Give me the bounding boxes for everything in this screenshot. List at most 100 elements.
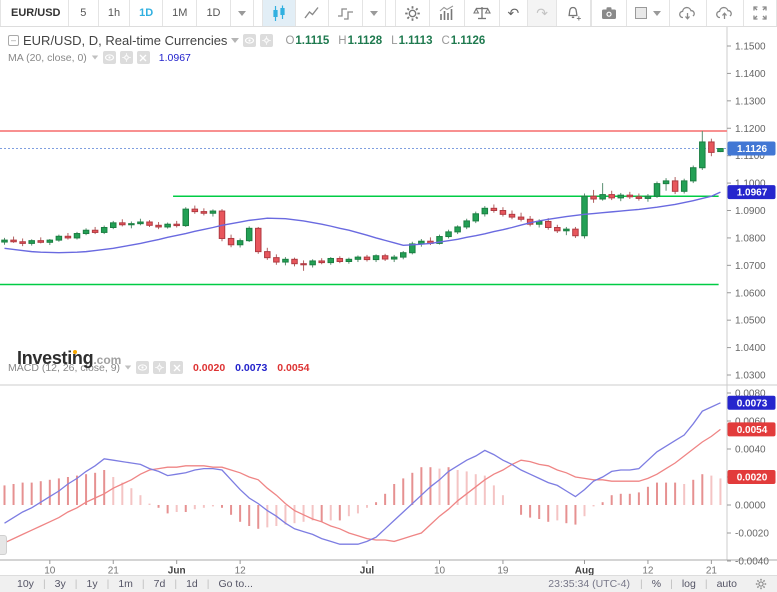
range-button-1m[interactable]: 1m <box>109 578 142 590</box>
timeframe-button-1d-2[interactable]: 1D <box>130 0 163 26</box>
svg-text:1.0967: 1.0967 <box>737 188 768 199</box>
investing-watermark: Investing.com <box>17 348 121 369</box>
ohlc-values: O1.1115 H1.1128 L1.1113 C1.1126 <box>285 35 485 47</box>
macd-visibility-button[interactable] <box>136 361 149 374</box>
time-axis-label: 10 <box>44 566 56 576</box>
settings-gear-icon <box>404 5 421 22</box>
log-scale-button[interactable]: log <box>673 578 705 590</box>
macd-settings-button[interactable] <box>153 361 166 374</box>
series-settings-button[interactable] <box>260 34 273 47</box>
range-button-1d[interactable]: 1d <box>177 578 207 590</box>
range-button-1y[interactable]: 1y <box>78 578 107 590</box>
price-axis-label: 1.0400 <box>735 343 766 354</box>
time-axis-label: 12 <box>235 566 247 576</box>
timeframe-button-5-0[interactable]: 5 <box>69 0 99 26</box>
hist-value-badge: 0.0020 <box>728 470 776 484</box>
svg-text:0.0020: 0.0020 <box>737 473 768 484</box>
gear-icon <box>155 363 164 372</box>
bottom-right-group: 23:35:34 (UTC-4) | % | log | auto <box>538 578 769 590</box>
range-button-3y[interactable]: 3y <box>46 578 75 590</box>
ma-visibility-button[interactable] <box>103 51 116 64</box>
range-button-10y[interactable]: 10y <box>8 578 43 590</box>
timeframe-group: 51h1D1M1D <box>69 0 231 26</box>
time-axis-label: Jun <box>168 566 186 576</box>
chevron-down-icon[interactable] <box>92 56 98 60</box>
step-chart-button[interactable] <box>329 0 363 26</box>
price-axis-label: 1.1500 <box>735 42 766 53</box>
compare-button[interactable] <box>465 0 500 26</box>
load-chart-button[interactable] <box>670 0 707 26</box>
settings-button[interactable] <box>395 0 430 26</box>
candlestick-chart-icon <box>271 5 287 22</box>
macd-value-badge: 0.0073 <box>728 396 776 410</box>
price-axis-label: 1.0500 <box>735 316 766 327</box>
macd-axis-label: -0.0040 <box>735 557 769 568</box>
svg-text:0.0054: 0.0054 <box>737 425 768 436</box>
svg-text:+: + <box>577 14 582 22</box>
macd-axis-label: 0.0040 <box>735 445 766 456</box>
macd-remove-button[interactable] <box>170 361 183 374</box>
auto-scale-button[interactable]: auto <box>708 578 746 590</box>
watermark-text: Investing <box>17 348 93 368</box>
chevron-down-icon[interactable] <box>125 366 131 370</box>
clock-time: 23:35:34 (UTC-4) <box>538 578 640 590</box>
chart-style-dropdown[interactable] <box>363 0 386 26</box>
ma-settings-button[interactable] <box>120 51 133 64</box>
svg-text:0.0073: 0.0073 <box>737 398 768 409</box>
gear-icon <box>755 578 767 590</box>
high-value: 1.1128 <box>348 35 383 47</box>
goto-button[interactable]: Go to... <box>210 578 262 590</box>
close-icon <box>173 364 181 372</box>
chevron-down-icon <box>653 11 661 16</box>
fullscreen-button[interactable] <box>744 0 777 26</box>
trading-chart-app: EUR/USD 51h1D1M1D <box>0 0 777 592</box>
snapshot-button[interactable] <box>591 0 627 26</box>
time-axis-label: 10 <box>434 566 446 576</box>
background-swatch-dropdown[interactable] <box>627 0 670 26</box>
candle <box>256 227 262 254</box>
timeframe-button-1h-1[interactable]: 1h <box>99 0 130 26</box>
time-axis-label: 19 <box>497 566 509 576</box>
series-title: EUR/USD, D, Real-time Currencies <box>23 33 227 48</box>
macd-signal-value: 0.0054 <box>277 362 309 374</box>
indicators-button[interactable] <box>430 0 465 26</box>
chart-canvas[interactable]: 1.15001.14001.13001.12001.11001.10001.09… <box>0 27 777 575</box>
time-axis-label: Jul <box>360 566 375 576</box>
timeframe-button-1m-3[interactable]: 1M <box>163 0 197 26</box>
add-alert-button[interactable]: + <box>557 0 591 26</box>
macd-hist-value: 0.0020 <box>193 362 225 374</box>
timeframe-dropdown[interactable] <box>231 0 254 26</box>
candle <box>246 226 252 242</box>
ma-price-badge: 1.0967 <box>728 185 776 199</box>
close-icon <box>139 54 147 62</box>
candlestick-chart-button[interactable] <box>262 0 296 26</box>
symbol-button[interactable]: EUR/USD <box>0 0 69 26</box>
step-chart-icon <box>337 5 354 21</box>
toolbar-right-group <box>591 0 777 26</box>
candle <box>582 194 588 239</box>
close-value: 1.1126 <box>451 35 486 47</box>
range-button-7d[interactable]: 7d <box>145 578 175 590</box>
timeframe-button-1d-4[interactable]: 1D <box>197 0 230 26</box>
drawing-toolbar-toggle[interactable] <box>0 535 7 555</box>
price-axis-label: 1.0700 <box>735 261 766 272</box>
cloud-download-icon <box>678 5 698 21</box>
percent-scale-button[interactable]: % <box>643 578 670 590</box>
undo-button[interactable]: ↶ <box>500 0 529 26</box>
line-chart-icon <box>304 5 320 21</box>
candle <box>183 207 189 227</box>
axis-settings-button[interactable] <box>746 578 769 590</box>
svg-text:1.1126: 1.1126 <box>737 144 767 155</box>
time-axis-label: 21 <box>706 566 718 576</box>
ma-indicator-legend: MA (20, close, 0) 1.0967 <box>8 51 191 64</box>
redo-button[interactable]: ↷ <box>528 0 557 26</box>
series-visibility-button[interactable] <box>243 34 256 47</box>
save-chart-button[interactable] <box>707 0 744 26</box>
collapse-pane-icon[interactable]: – <box>8 35 19 46</box>
color-swatch-icon <box>635 7 647 19</box>
chevron-down-icon <box>238 11 246 16</box>
chevron-down-icon[interactable] <box>231 38 239 43</box>
line-chart-button[interactable] <box>296 0 329 26</box>
time-axis-label: 21 <box>108 566 120 576</box>
ma-remove-button[interactable] <box>137 51 150 64</box>
